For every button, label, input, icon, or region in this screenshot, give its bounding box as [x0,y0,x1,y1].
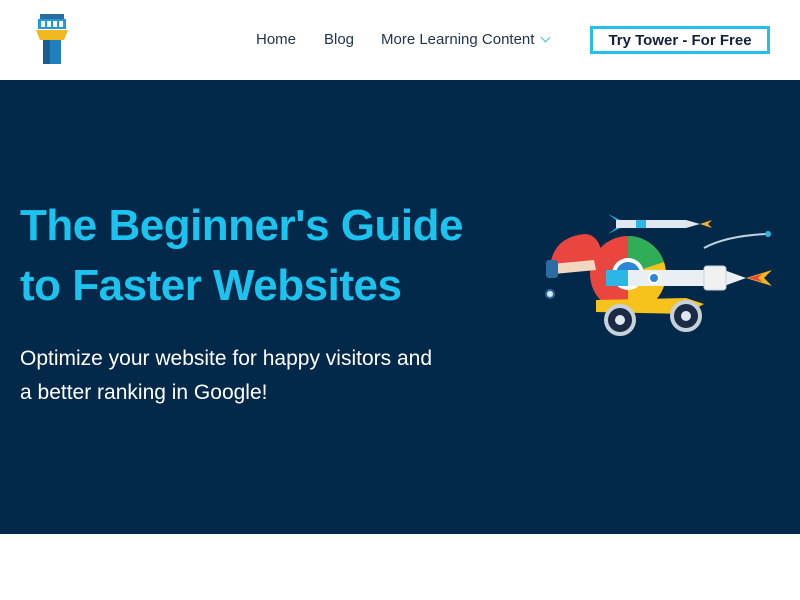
small-rocket-icon [608,214,712,234]
nav-more-label: More Learning Content [381,31,535,48]
hero-subtitle-line-2: a better ranking in Google! [20,381,268,404]
hero-title-line-2: to Faster Websites [20,261,402,310]
hero-subtitle: Optimize your website for happy visitors… [20,342,510,410]
site-header: Home Blog More Learning Content Try Towe… [0,0,800,80]
rocket-browser-illustration [545,214,772,336]
hero-title: The Beginner's Guide to Faster Websites [20,196,520,316]
tower-logo-icon[interactable] [34,12,70,66]
chevron-down-icon [540,32,551,43]
hero-title-line-1: The Beginner's Guide [20,201,463,250]
hero-section: The Beginner's Guide to Faster Websites … [0,80,800,534]
hero-subtitle-line-1: Optimize your website for happy visitors… [20,347,433,370]
nav-more-learning-content[interactable]: More Learning Content [381,31,551,48]
try-tower-button[interactable]: Try Tower - For Free [590,26,770,54]
nav-home-link[interactable]: Home [256,31,296,48]
nav-blog-link[interactable]: Blog [324,31,354,48]
content-area [0,534,800,600]
